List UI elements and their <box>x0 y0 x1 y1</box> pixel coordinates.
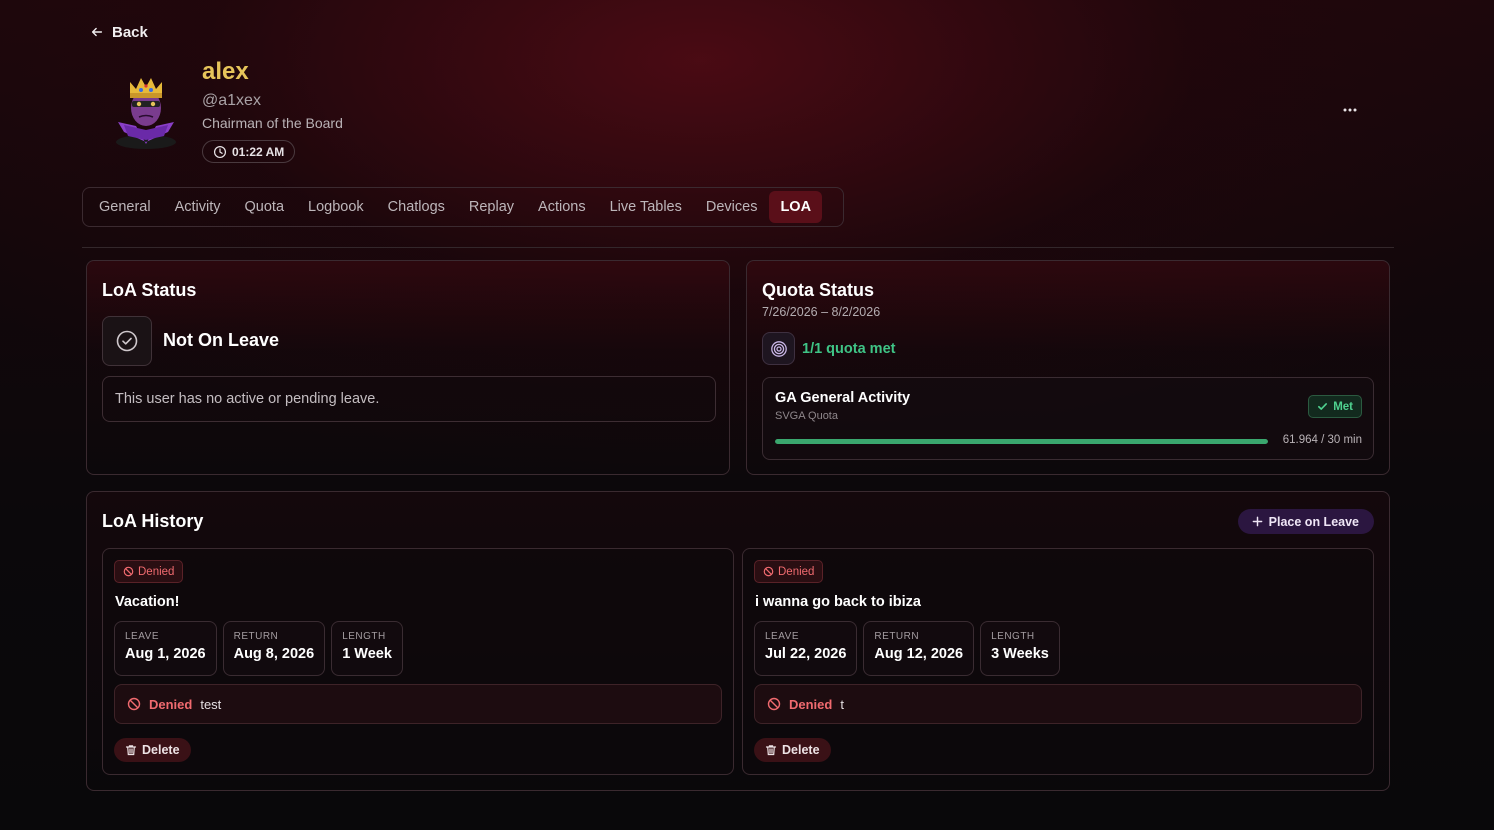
status-icon-box <box>102 316 152 366</box>
leave-date-value: Jul 22, 2026 <box>765 646 847 662</box>
back-button[interactable]: Back <box>90 22 148 42</box>
leave-date-value: Aug 1, 2026 <box>125 646 206 662</box>
tab-actions[interactable]: Actions <box>526 191 598 223</box>
quota-status-title: Quota Status <box>762 280 875 300</box>
ban-icon <box>123 566 134 577</box>
return-date-box: RETURN Aug 8, 2026 <box>222 621 326 676</box>
ban-icon <box>127 697 141 711</box>
tab-devices[interactable]: Devices <box>694 191 770 223</box>
delete-button[interactable]: Delete <box>754 738 831 762</box>
length-value: 1 Week <box>342 646 392 662</box>
clock-icon <box>213 145 227 158</box>
delete-button[interactable]: Delete <box>114 738 191 762</box>
quota-date-range: 7/26/2026 – 8/2/2026 <box>762 305 881 319</box>
target-icon-box <box>762 332 795 365</box>
ban-icon <box>763 566 774 577</box>
loa-dates: LEAVE Jul 22, 2026 RETURN Aug 12, 2026 L… <box>754 621 1060 676</box>
plus-icon <box>1252 516 1263 527</box>
quota-progress-fill <box>775 439 1268 444</box>
check-icon <box>1318 403 1328 410</box>
quota-item-card: GA General Activity SVGA Quota Met 61.96… <box>762 377 1374 460</box>
quota-summary: 1/1 quota met <box>802 341 896 357</box>
profile-role: Chairman of the Board <box>202 115 343 131</box>
return-date-label: RETURN <box>874 631 920 642</box>
tab-quota[interactable]: Quota <box>233 191 297 223</box>
leave-date-label: LEAVE <box>765 631 799 642</box>
loa-reason: i wanna go back to ibiza <box>755 594 921 610</box>
ban-icon <box>767 697 781 711</box>
quota-met-badge: Met <box>1308 395 1362 418</box>
quota-progress-bar <box>775 439 1268 444</box>
loa-history-card: Denied Vacation! LEAVE Aug 1, 2026 RETUR… <box>102 548 734 775</box>
length-label: LENGTH <box>991 631 1035 642</box>
trash-icon <box>125 745 137 756</box>
leave-date-box: LEAVE Jul 22, 2026 <box>754 621 858 676</box>
leave-status-text: Not On Leave <box>163 330 280 350</box>
trash-icon <box>765 745 777 756</box>
tab-logbook[interactable]: Logbook <box>296 191 376 223</box>
loa-dates: LEAVE Aug 1, 2026 RETURN Aug 8, 2026 LEN… <box>114 621 403 676</box>
loa-status-title: LoA Status <box>102 280 197 300</box>
profile-handle: @a1xex <box>202 92 261 109</box>
local-time-text: 01:22 AM <box>232 144 285 159</box>
profile-tabs: General Activity Quota Logbook Chatlogs … <box>82 187 844 227</box>
avatar <box>116 78 176 149</box>
tab-activity[interactable]: Activity <box>163 191 233 223</box>
status-badge-label: Denied <box>778 565 815 578</box>
quota-item-subtitle: SVGA Quota <box>775 410 838 422</box>
leave-status-message: This user has no active or pending leave… <box>102 376 716 422</box>
length-label: LENGTH <box>342 631 386 642</box>
decision-note: Denied t <box>754 684 1362 724</box>
local-time-badge: 01:22 AM <box>202 140 296 163</box>
return-date-label: RETURN <box>233 631 279 642</box>
place-on-leave-button[interactable]: Place on Leave <box>1237 509 1374 534</box>
tab-live-tables[interactable]: Live Tables <box>598 191 694 223</box>
return-date-value: Aug 12, 2026 <box>874 646 964 662</box>
length-box: LENGTH 1 Week <box>331 621 403 676</box>
quota-progress-text: 61.964 / 30 min <box>1282 434 1362 446</box>
status-badge: Denied <box>754 560 824 583</box>
return-date-box: RETURN Aug 12, 2026 <box>863 621 975 676</box>
decision-note-text: t <box>840 696 844 712</box>
profile-name: alex <box>202 58 249 85</box>
status-badge-label: Denied <box>138 565 175 578</box>
more-horizontal-icon <box>1343 108 1357 112</box>
back-label: Back <box>112 23 148 41</box>
place-on-leave-label: Place on Leave <box>1268 514 1359 529</box>
tab-chatlogs[interactable]: Chatlogs <box>376 191 457 223</box>
status-badge: Denied <box>114 560 184 583</box>
decision-label: Denied <box>149 696 193 712</box>
delete-label: Delete <box>782 743 820 757</box>
quota-met-badge-label: Met <box>1333 400 1353 413</box>
tabs-divider <box>82 247 1394 248</box>
loa-history-panel: LoA History Place on Leave Denied Vacati… <box>86 491 1390 791</box>
leave-status-message-text: This user has no active or pending leave… <box>115 391 380 407</box>
loa-history-title: LoA History <box>102 511 204 531</box>
tab-replay[interactable]: Replay <box>457 191 526 223</box>
leave-date-box: LEAVE Aug 1, 2026 <box>114 621 217 676</box>
loa-status-panel: LoA Status Not On Leave This user has no… <box>86 260 730 475</box>
decision-label: Denied <box>789 696 833 712</box>
tab-general[interactable]: General <box>87 191 163 223</box>
check-circle-icon <box>116 330 138 352</box>
quota-status-panel: Quota Status 7/26/2026 – 8/2/2026 1/1 qu… <box>746 260 1390 475</box>
decision-note: Denied test <box>114 684 722 724</box>
loa-reason: Vacation! <box>115 594 180 610</box>
arrow-left-icon <box>91 27 103 37</box>
return-date-value: Aug 8, 2026 <box>233 646 315 662</box>
leave-date-label: LEAVE <box>125 631 159 642</box>
length-value: 3 Weeks <box>991 646 1049 662</box>
loa-history-card: Denied i wanna go back to ibiza LEAVE Ju… <box>742 548 1374 775</box>
quota-item-title: GA General Activity <box>775 390 911 406</box>
target-icon <box>770 340 787 357</box>
length-box: LENGTH 3 Weeks <box>980 621 1060 676</box>
decision-note-text: test <box>200 696 222 712</box>
more-options-button[interactable] <box>1337 100 1363 120</box>
delete-label: Delete <box>142 743 180 757</box>
tab-loa[interactable]: LOA <box>769 191 823 223</box>
